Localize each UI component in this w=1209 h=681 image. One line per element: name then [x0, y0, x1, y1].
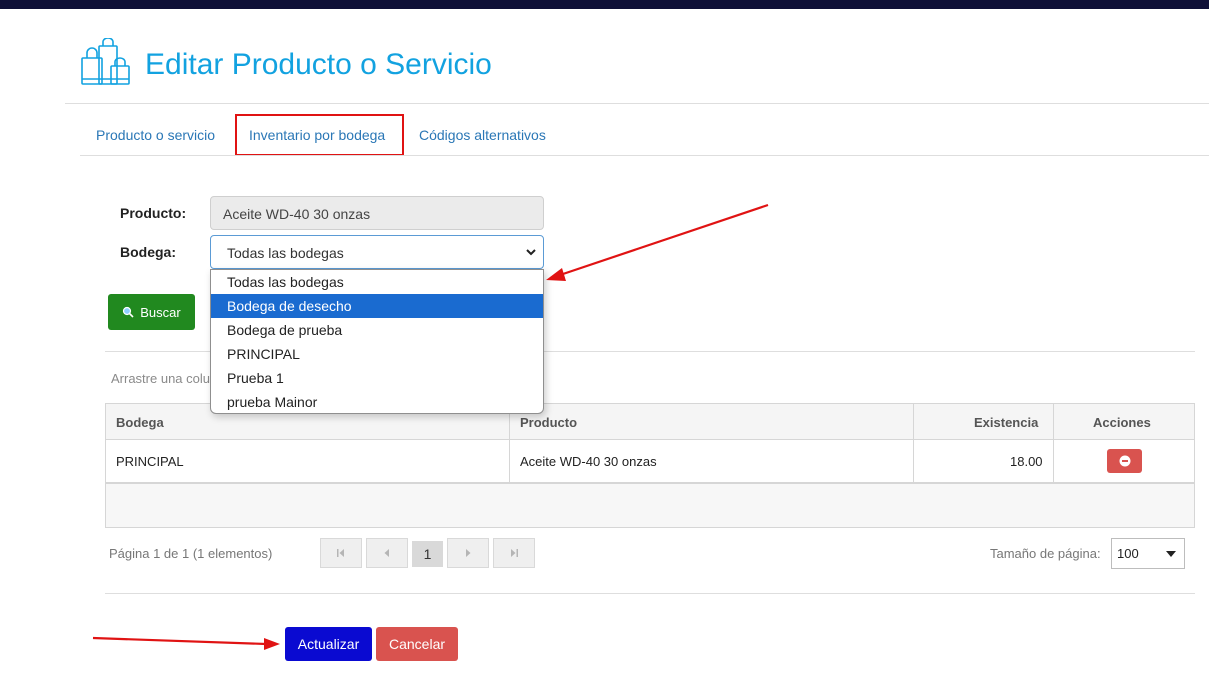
grid-empty-area	[106, 484, 1194, 527]
page-size-select[interactable]: 100	[1111, 538, 1185, 569]
column-separator	[509, 404, 510, 484]
current-page-number[interactable]: 1	[412, 541, 443, 567]
column-header-producto[interactable]: Producto	[520, 415, 577, 430]
minus-circle-icon	[1119, 455, 1130, 467]
next-page-button[interactable]	[447, 538, 489, 568]
dropdown-option[interactable]: PRINCIPAL	[211, 342, 543, 366]
chevron-down-icon	[526, 249, 536, 256]
delete-row-button[interactable]	[1107, 449, 1142, 473]
search-icon	[123, 306, 134, 318]
bodega-select-value: Todas las bodegas	[227, 245, 344, 261]
producto-label: Producto:	[120, 205, 187, 221]
chevron-right-icon	[466, 549, 471, 557]
update-button[interactable]: Actualizar	[285, 627, 372, 661]
shopping-bags-icon	[81, 38, 130, 85]
last-page-icon	[511, 549, 518, 557]
dropdown-option[interactable]: Todas las bodegas	[211, 270, 543, 294]
cell-existencia: 18.00	[1010, 454, 1043, 469]
tab-producto-o-servicio[interactable]: Producto o servicio	[96, 127, 215, 143]
group-panel-hint: Arrastre una colu	[111, 371, 210, 386]
dropdown-option[interactable]: Bodega de prueba	[211, 318, 543, 342]
last-page-button[interactable]	[493, 538, 535, 568]
page-header	[79, 38, 131, 88]
tabs-divider	[80, 155, 1209, 156]
first-page-button[interactable]	[320, 538, 362, 568]
first-page-icon	[337, 549, 344, 557]
column-separator	[913, 404, 914, 484]
dropdown-option[interactable]: Prueba 1	[211, 366, 543, 390]
tab-inventario-por-bodega[interactable]: Inventario por bodega	[249, 127, 385, 143]
bodega-select[interactable]: Todas las bodegas	[210, 235, 544, 269]
bodega-dropdown-list[interactable]: Todas las bodegas Bodega de desecho Bode…	[210, 269, 544, 414]
cell-bodega: PRINCIPAL	[116, 454, 184, 469]
column-header-acciones: Acciones	[1093, 415, 1151, 430]
column-header-existencia[interactable]: Existencia	[974, 415, 1038, 430]
page-title: Editar Producto o Servicio	[145, 48, 492, 81]
chevron-left-icon	[384, 549, 389, 557]
column-separator	[1053, 404, 1054, 484]
page-size-value: 100	[1117, 546, 1139, 561]
dropdown-option-highlighted[interactable]: Bodega de desecho	[211, 294, 543, 318]
inventory-grid: Bodega Producto Existencia Acciones PRIN…	[105, 403, 1195, 528]
footer-divider	[105, 593, 1195, 594]
producto-field: Aceite WD-40 30 onzas	[210, 196, 544, 230]
page-size-label: Tamaño de página:	[990, 546, 1101, 561]
tab-codigos-alternativos[interactable]: Códigos alternativos	[419, 127, 546, 143]
annotation-arrow-update	[92, 636, 280, 650]
buscar-label: Buscar	[140, 304, 181, 320]
bodega-label: Bodega:	[120, 244, 176, 260]
cancel-button[interactable]: Cancelar	[376, 627, 458, 661]
prev-page-button[interactable]	[366, 538, 408, 568]
dropdown-option[interactable]: prueba Mainor	[211, 390, 543, 413]
top-bar	[0, 0, 1209, 9]
cell-producto: Aceite WD-40 30 onzas	[520, 454, 657, 469]
caret-down-icon	[1166, 551, 1176, 557]
buscar-button[interactable]: Buscar	[108, 294, 195, 330]
pager-summary: Página 1 de 1 (1 elementos)	[109, 546, 273, 561]
column-header-bodega[interactable]: Bodega	[116, 415, 164, 430]
annotation-arrow-dropdown	[546, 203, 769, 281]
header-divider	[65, 103, 1209, 104]
